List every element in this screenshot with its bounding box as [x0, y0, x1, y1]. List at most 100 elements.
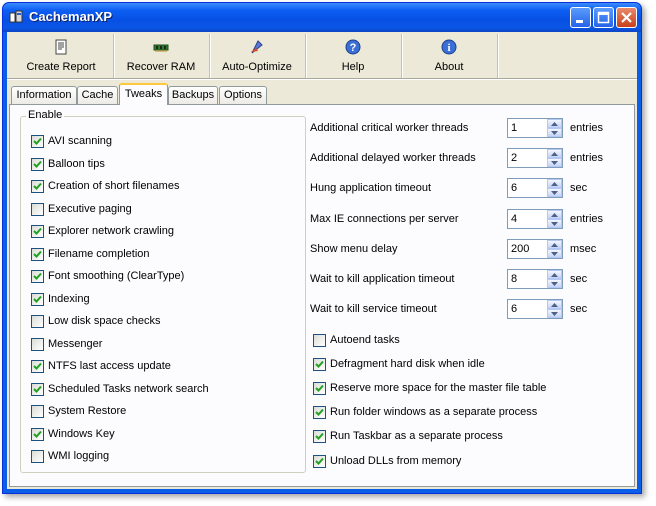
- spin-up-button[interactable]: [547, 209, 562, 219]
- arrow-down-icon: [551, 161, 558, 166]
- checkmark-icon: [33, 160, 42, 168]
- help-button[interactable]: ? Help: [305, 34, 402, 78]
- filename-completion-checkbox[interactable]: [31, 247, 44, 261]
- checkmark-icon: [33, 182, 42, 190]
- spinner-value[interactable]: 6: [511, 182, 517, 194]
- scheduled-tasks-network-search-checkbox[interactable]: [31, 382, 44, 396]
- windows-key-label[interactable]: Windows Key: [48, 428, 115, 440]
- ntfs-last-access-update-label[interactable]: NTFS last access update: [48, 360, 171, 372]
- wait-to-kill-application-timeout-spinner[interactable]: 8: [507, 269, 563, 289]
- font-smoothing-cleartype-checkbox[interactable]: [31, 270, 44, 283]
- executive-paging-checkbox[interactable]: [31, 202, 44, 216]
- maximize-button[interactable]: [593, 7, 614, 28]
- help-icon: ?: [345, 39, 361, 55]
- show-menu-delay-spinner[interactable]: 200: [507, 238, 563, 259]
- spin-up-button[interactable]: [547, 179, 562, 189]
- messenger-checkbox[interactable]: [31, 337, 44, 351]
- system-restore-label[interactable]: System Restore: [48, 405, 126, 417]
- wmi-logging-checkbox[interactable]: [31, 450, 44, 463]
- run-taskbar-as-a-separate-process-label[interactable]: Run Taskbar as a separate process: [330, 430, 503, 442]
- scheduled-tasks-network-search-label[interactable]: Scheduled Tasks network search: [48, 383, 209, 395]
- spinner-arrows: [547, 209, 562, 228]
- show-menu-delay-label: Show menu delay: [310, 242, 398, 255]
- tab-information[interactable]: Information: [11, 86, 77, 104]
- wmi-logging-label[interactable]: WMI logging: [48, 450, 109, 462]
- unit-label: msec: [570, 242, 597, 255]
- spinner-arrows: [547, 149, 562, 168]
- spin-down-button[interactable]: [547, 128, 562, 137]
- tab-backups[interactable]: Backups: [168, 86, 218, 104]
- checkmark-icon: [315, 360, 324, 369]
- run-taskbar-as-a-separate-process-checkbox[interactable]: [313, 430, 326, 444]
- filename-completion-label[interactable]: Filename completion: [48, 248, 150, 260]
- spin-down-button[interactable]: [547, 218, 562, 228]
- ntfs-last-access-update-checkbox[interactable]: [31, 360, 44, 373]
- spin-up-button[interactable]: [547, 270, 562, 279]
- executive-paging-label[interactable]: Executive paging: [48, 203, 132, 215]
- system-restore-checkbox[interactable]: [31, 405, 44, 418]
- windows-key-checkbox[interactable]: [31, 427, 44, 441]
- spin-up-button[interactable]: [547, 239, 562, 249]
- defragment-hard-disk-when-idle-checkbox[interactable]: [313, 358, 326, 372]
- explorer-network-crawling-checkbox[interactable]: [31, 225, 44, 238]
- defragment-hard-disk-when-idle-label[interactable]: Defragment hard disk when idle: [330, 358, 485, 370]
- messenger-label[interactable]: Messenger: [48, 338, 102, 350]
- wait-to-kill-service-timeout-spinner[interactable]: 6: [507, 299, 563, 320]
- close-button[interactable]: [616, 7, 637, 28]
- auto-optimize-button[interactable]: Auto-Optimize: [209, 34, 306, 78]
- additional-delayed-worker-threads-spinner[interactable]: 2: [507, 148, 563, 169]
- avi-scanning-label[interactable]: AVI scanning: [48, 135, 112, 147]
- spinner-value[interactable]: 6: [511, 303, 517, 315]
- create-report-button[interactable]: Create Report: [9, 34, 114, 78]
- tab-options[interactable]: Options: [219, 86, 267, 104]
- spinner-value[interactable]: 200: [511, 243, 529, 255]
- spin-down-button[interactable]: [547, 248, 562, 258]
- unit-label: sec: [570, 303, 588, 316]
- spinner-value[interactable]: 2: [511, 152, 517, 164]
- hung-application-timeout-label: Hung application timeout: [310, 182, 432, 195]
- unload-dlls-from-memory-checkbox[interactable]: [313, 454, 326, 468]
- font-smoothing-cleartype-label[interactable]: Font smoothing (ClearType): [48, 270, 184, 282]
- balloon-tips-checkbox[interactable]: [31, 157, 44, 171]
- indexing-checkbox[interactable]: [31, 292, 44, 306]
- spinner-value[interactable]: 1: [511, 122, 517, 134]
- minimize-button[interactable]: [570, 7, 591, 28]
- creation-of-short-filenames-checkbox[interactable]: [31, 180, 44, 193]
- spin-up-button[interactable]: [547, 300, 562, 310]
- run-folder-windows-as-a-separate-process-checkbox[interactable]: [313, 406, 326, 420]
- spin-down-button[interactable]: [547, 279, 562, 288]
- additional-delayed-worker-threads-label: Additional delayed worker threads: [310, 152, 476, 165]
- indexing-label[interactable]: Indexing: [48, 293, 90, 305]
- tab-cache[interactable]: Cache: [77, 86, 118, 104]
- spinner-value[interactable]: 8: [511, 273, 517, 285]
- additional-critical-worker-threads-spinner[interactable]: 1: [507, 118, 563, 138]
- close-icon: [621, 12, 632, 23]
- hung-application-timeout-spinner[interactable]: 6: [507, 178, 563, 199]
- unload-dlls-from-memory-label[interactable]: Unload DLLs from memory: [330, 455, 461, 467]
- run-folder-windows-as-a-separate-process-label[interactable]: Run folder windows as a separate process: [330, 406, 537, 418]
- low-disk-space-checks-label[interactable]: Low disk space checks: [48, 315, 161, 327]
- tab-tweaks[interactable]: Tweaks: [119, 83, 168, 105]
- spinner-value[interactable]: 4: [511, 213, 517, 225]
- spin-down-button[interactable]: [547, 309, 562, 319]
- recover-ram-button[interactable]: Recover RAM: [113, 34, 210, 78]
- balloon-tips-label[interactable]: Balloon tips: [48, 158, 105, 170]
- title-bar[interactable]: CachemanXP: [3, 3, 641, 32]
- max-ie-connections-per-server-spinner[interactable]: 4: [507, 208, 563, 229]
- spin-up-button[interactable]: [547, 149, 562, 159]
- explorer-network-crawling-label[interactable]: Explorer network crawling: [48, 225, 174, 237]
- svg-text:?: ?: [350, 42, 357, 54]
- reserve-more-space-for-the-master-file-table-checkbox[interactable]: [313, 382, 326, 396]
- about-button[interactable]: i About: [401, 34, 498, 78]
- low-disk-space-checks-checkbox[interactable]: [31, 315, 44, 328]
- avi-scanning-checkbox[interactable]: [31, 135, 44, 148]
- spin-down-button[interactable]: [547, 158, 562, 168]
- spin-down-button[interactable]: [547, 188, 562, 198]
- arrow-up-icon: [551, 273, 558, 277]
- autoend-tasks-label[interactable]: Autoend tasks: [330, 334, 400, 346]
- creation-of-short-filenames-label[interactable]: Creation of short filenames: [48, 180, 179, 192]
- spin-up-button[interactable]: [547, 119, 562, 128]
- autoend-tasks-checkbox[interactable]: [313, 334, 326, 347]
- reserve-more-space-for-the-master-file-table-label[interactable]: Reserve more space for the master file t…: [330, 382, 546, 394]
- spinner-arrows: [547, 179, 562, 198]
